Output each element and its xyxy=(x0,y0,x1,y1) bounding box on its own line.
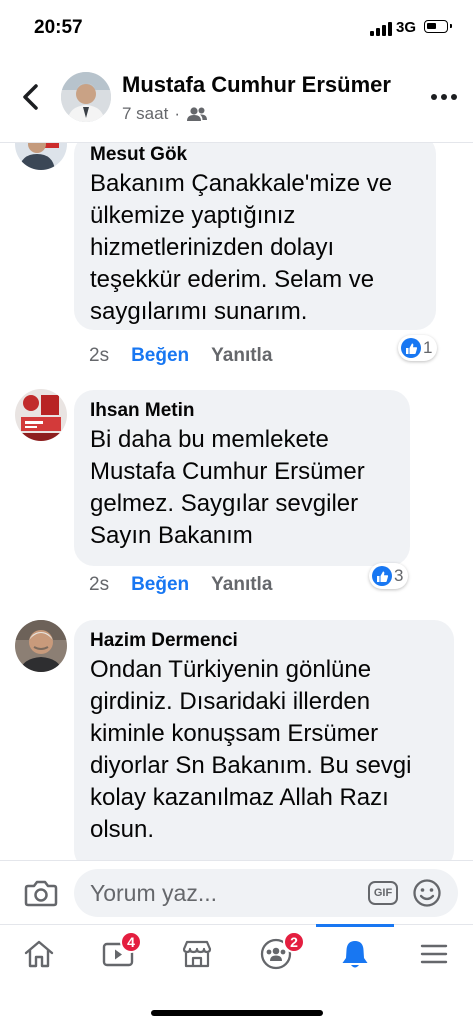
comment-text: Bakanım Çanakkale'mize ve ülkemize yaptı… xyxy=(90,170,393,325)
post-time: 7 saat xyxy=(122,104,169,123)
author-name[interactable]: Mustafa Cumhur Ersümer xyxy=(122,72,391,98)
status-time: 20:57 xyxy=(34,17,83,38)
reaction-count[interactable]: 1 xyxy=(398,335,438,361)
author-avatar[interactable] xyxy=(61,72,111,122)
tab-groups[interactable]: 2 xyxy=(237,925,315,983)
emoji-icon[interactable] xyxy=(412,878,442,908)
reply-button[interactable]: Yanıtla xyxy=(211,345,272,367)
camera-icon[interactable] xyxy=(24,879,58,907)
battery-icon xyxy=(424,20,452,33)
like-button[interactable]: Beğen xyxy=(131,574,189,596)
notification-badge: 4 xyxy=(120,931,142,953)
reply-button[interactable]: Yanıtla xyxy=(211,574,272,596)
hamburger-menu-icon xyxy=(420,944,448,964)
like-reaction-icon xyxy=(372,566,392,586)
comments-list: Mesut Gök Bakanım Çanakkale'mize ve ülke… xyxy=(0,142,473,860)
tab-watch[interactable]: 4 xyxy=(79,925,157,983)
more-options-button[interactable] xyxy=(431,94,457,102)
home-indicator xyxy=(151,1010,323,1016)
gif-icon[interactable]: GIF xyxy=(368,881,398,905)
comment-bubble: Ihsan Metin Bi daha bu memlekete Mustafa… xyxy=(74,390,410,566)
tab-home[interactable] xyxy=(0,925,78,983)
bottom-tab-bar: 4 2 xyxy=(0,924,473,1025)
comment-bubble: Hazim Dermenci Ondan Türkiyenin gönlüne … xyxy=(74,620,454,860)
comment-composer: Yorum yaz... GIF xyxy=(0,860,473,925)
comment-actions: 2s Beğen Yanıtla xyxy=(89,345,272,367)
chevron-left-icon xyxy=(23,84,38,110)
reaction-number: 1 xyxy=(423,338,433,357)
comment-input-placeholder: Yorum yaz... xyxy=(90,880,217,906)
comment-author[interactable]: Mesut Gök xyxy=(90,142,420,168)
tab-menu[interactable] xyxy=(395,925,473,983)
home-icon xyxy=(24,940,54,968)
marketplace-icon xyxy=(182,940,212,968)
status-bar: 20:57 3G xyxy=(0,0,473,58)
network-type: 3G xyxy=(396,19,417,36)
reaction-number: 3 xyxy=(394,566,404,585)
notification-badge: 2 xyxy=(283,931,305,953)
comment-avatar[interactable] xyxy=(15,389,67,441)
post-header: Mustafa Cumhur Ersümer 7 saat · xyxy=(0,58,473,143)
comment-text: Ondan Türkiyenin gönlüne girdiniz. Dısar… xyxy=(90,656,412,843)
comment-avatar[interactable] xyxy=(15,620,67,672)
tab-marketplace[interactable] xyxy=(158,925,236,983)
meta-separator: · xyxy=(174,104,180,123)
comment-author[interactable]: Ihsan Metin xyxy=(90,398,394,424)
like-reaction-icon xyxy=(401,338,421,358)
bell-icon xyxy=(342,941,368,968)
comment-author[interactable]: Hazim Dermenci xyxy=(90,628,438,654)
comment-bubble: Mesut Gök Bakanım Çanakkale'mize ve ülke… xyxy=(74,142,436,330)
comment-text: Bi daha bu memlekete Mustafa Cumhur Ersü… xyxy=(90,426,365,549)
tab-notifications[interactable] xyxy=(316,924,394,983)
comment-avatar[interactable] xyxy=(15,142,67,170)
post-meta: 7 saat · xyxy=(122,104,208,124)
comment-input[interactable]: Yorum yaz... GIF xyxy=(74,869,458,917)
signal-icon xyxy=(370,22,392,36)
comment-time: 2s xyxy=(89,574,110,595)
comment-actions: 2s Beğen Yanıtla xyxy=(89,574,272,596)
like-button[interactable]: Beğen xyxy=(131,345,189,367)
comment-time: 2s xyxy=(89,345,110,366)
reaction-count[interactable]: 3 xyxy=(369,563,409,589)
back-button[interactable] xyxy=(16,80,46,114)
friends-icon xyxy=(186,107,207,121)
